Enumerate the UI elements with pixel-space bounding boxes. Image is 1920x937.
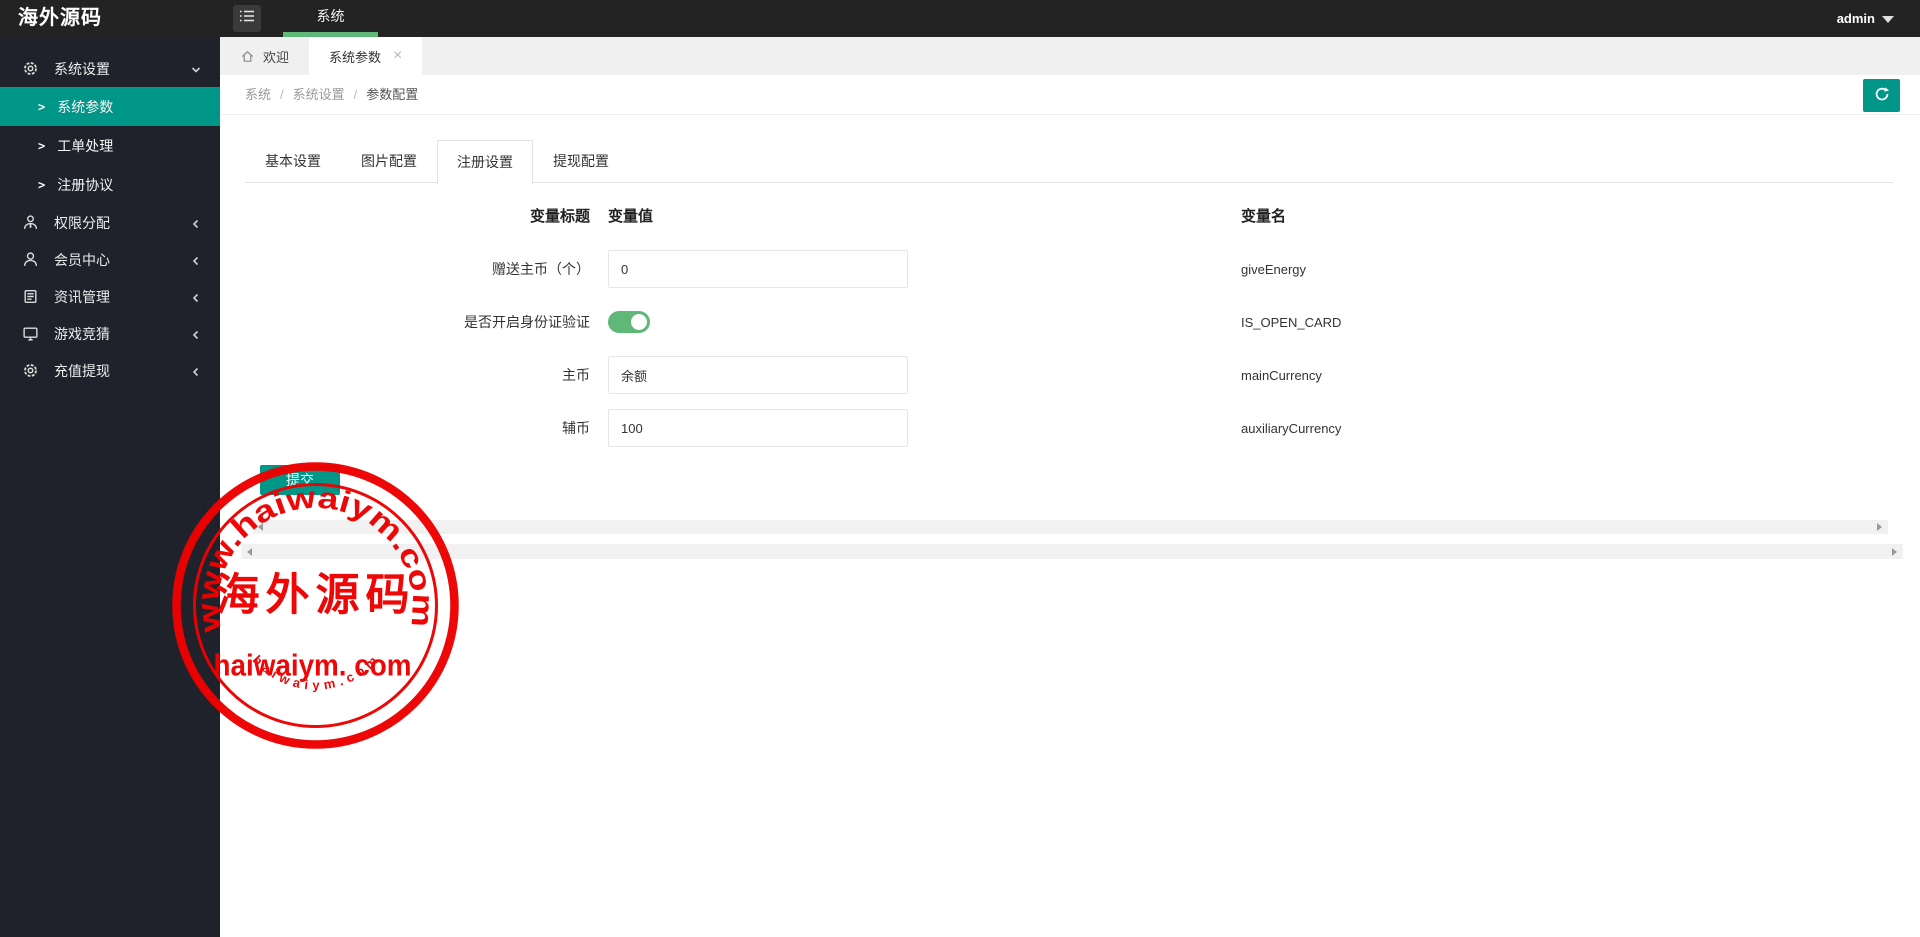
breadcrumb: 系统 / 系统设置 / 参数配置 — [245, 75, 418, 115]
breadcrumb-item-current: 参数配置 — [366, 87, 419, 102]
chevron-down-icon — [190, 63, 202, 75]
sidebar-item-news-manage[interactable]: 资讯管理 — [0, 278, 220, 315]
top-nav-system[interactable]: 系统 — [283, 0, 378, 33]
breadcrumb-separator: / — [280, 87, 284, 102]
tab-system-params[interactable]: 系统参数 × — [309, 37, 423, 75]
chevron-left-icon — [190, 254, 202, 266]
sub-arrow-icon: > — [38, 138, 46, 153]
panel-content: 基本设置 图片配置 注册设置 提现配置 变量标题 变量值 变量名 赠送主币（个）… — [220, 115, 1920, 559]
close-icon[interactable]: × — [393, 48, 402, 64]
top-nav-active-underline — [283, 32, 378, 37]
header-variable-value: 变量值 — [608, 208, 654, 225]
user-tie-icon — [22, 214, 39, 231]
tab-register-settings[interactable]: 注册设置 — [437, 140, 533, 184]
scroll-left-icon[interactable] — [247, 547, 252, 556]
main-currency-input[interactable] — [608, 356, 908, 394]
sidebar-item-system-settings[interactable]: 系统设置 — [0, 50, 220, 87]
sidebar-item-label: 系统参数 — [57, 98, 114, 115]
sidebar-item-label: 注册协议 — [57, 176, 114, 193]
sidebar-item-label: 游戏竞猜 — [54, 325, 110, 342]
chevron-left-icon — [190, 291, 202, 303]
breadcrumb-item[interactable]: 系统 — [245, 87, 271, 102]
form-row-id-verify: 是否开启身份证验证 IS_OPEN_CARD — [220, 303, 1920, 341]
refresh-button[interactable] — [1863, 79, 1900, 112]
tab-withdraw-config[interactable]: 提现配置 — [533, 140, 629, 183]
user-name: admin — [1836, 11, 1875, 26]
sidebar-item-label: 充值提现 — [54, 362, 110, 379]
sidebar-toggle-button[interactable] — [233, 5, 261, 32]
sub-arrow-icon: > — [38, 177, 46, 192]
sidebar: 系统设置 > 系统参数 > 工单处理 > 注册协议 权限分配 会员中心 资讯管理… — [0, 37, 220, 937]
page-tab-strip: 欢迎 系统参数 × — [220, 37, 1920, 75]
top-bar: 海外源码 系统 admin — [0, 0, 1920, 37]
sidebar-item-member-center[interactable]: 会员中心 — [0, 241, 220, 278]
sidebar-item-label: 会员中心 — [54, 251, 110, 268]
scroll-right-icon[interactable] — [1877, 523, 1882, 531]
header-variable-name: 变量名 — [1241, 208, 1287, 225]
breadcrumb-item[interactable]: 系统设置 — [293, 87, 345, 102]
give-energy-input[interactable] — [608, 250, 908, 288]
tab-welcome[interactable]: 欢迎 — [220, 37, 309, 75]
sidebar-item-recharge-withdraw[interactable]: 充值提现 — [0, 352, 220, 389]
scroll-left-icon[interactable] — [258, 523, 263, 531]
field-label: 是否开启身份证验证 — [464, 314, 590, 330]
home-icon — [240, 49, 255, 64]
sidebar-item-register-agreement[interactable]: > 注册协议 — [0, 165, 220, 204]
sidebar-item-label: 资讯管理 — [54, 288, 110, 305]
sidebar-item-label: 系统设置 — [54, 60, 110, 77]
main-area: 欢迎 系统参数 × 系统 / 系统设置 / 参数配置 基本设置 图片配置 注册设置 提现… — [220, 37, 1920, 937]
tab-basic-settings[interactable]: 基本设置 — [245, 140, 341, 183]
app-logo: 海外源码 — [18, 7, 102, 29]
horizontal-scrollbar-outer[interactable] — [241, 544, 1903, 559]
refresh-icon — [1873, 85, 1891, 106]
horizontal-scrollbar-inner[interactable] — [252, 520, 1888, 534]
submit-button[interactable]: 提交 — [260, 465, 340, 495]
chevron-left-icon — [190, 328, 202, 340]
auxiliary-currency-input[interactable] — [608, 409, 908, 447]
caret-down-icon — [1882, 16, 1894, 24]
variable-name: IS_OPEN_CARD — [1241, 314, 1342, 330]
id-verify-toggle[interactable] — [608, 311, 650, 333]
scroll-right-icon[interactable] — [1892, 547, 1897, 556]
sidebar-item-label: 工单处理 — [57, 137, 114, 154]
form-row-main-currency: 主币 mainCurrency — [220, 356, 1920, 394]
gear-icon — [22, 60, 39, 77]
field-label: 辅币 — [562, 420, 590, 436]
variable-name: giveEnergy — [1241, 261, 1307, 277]
toggle-knob — [631, 314, 647, 330]
field-label: 赠送主币（个） — [492, 261, 590, 277]
user-menu[interactable]: admin — [1837, 0, 1894, 37]
user-icon — [22, 251, 39, 268]
sidebar-item-label: 权限分配 — [54, 214, 110, 231]
sidebar-item-permission[interactable]: 权限分配 — [0, 204, 220, 241]
gear-icon — [22, 362, 39, 379]
variable-name: auxiliaryCurrency — [1241, 420, 1342, 436]
form-row-give-energy: 赠送主币（个） giveEnergy — [220, 250, 1920, 288]
sub-arrow-icon: > — [38, 99, 46, 114]
variable-name: mainCurrency — [1241, 367, 1322, 383]
breadcrumb-bar: 系统 / 系统设置 / 参数配置 — [220, 75, 1920, 115]
settings-tab-bar: 基本设置 图片配置 注册设置 提现配置 — [245, 140, 1893, 184]
chevron-left-icon — [190, 217, 202, 229]
tab-label: 系统参数 — [329, 49, 382, 65]
breadcrumb-separator: / — [353, 87, 358, 102]
sidebar-item-game-quiz[interactable]: 游戏竞猜 — [0, 315, 220, 352]
sidebar-item-system-params[interactable]: > 系统参数 — [0, 87, 220, 126]
monitor-icon — [22, 325, 39, 342]
form-header-row: 变量标题 变量值 变量名 — [220, 205, 1920, 226]
tab-label: 欢迎 — [263, 49, 290, 65]
form-row-auxiliary-currency: 辅币 auxiliaryCurrency — [220, 409, 1920, 447]
header-variable-title: 变量标题 — [529, 208, 590, 225]
sidebar-item-work-order[interactable]: > 工单处理 — [0, 126, 220, 165]
field-label: 主币 — [562, 367, 590, 383]
hamburger-icon — [239, 9, 255, 28]
chevron-left-icon — [190, 365, 202, 377]
document-icon — [22, 288, 39, 305]
tab-image-config[interactable]: 图片配置 — [341, 140, 437, 183]
